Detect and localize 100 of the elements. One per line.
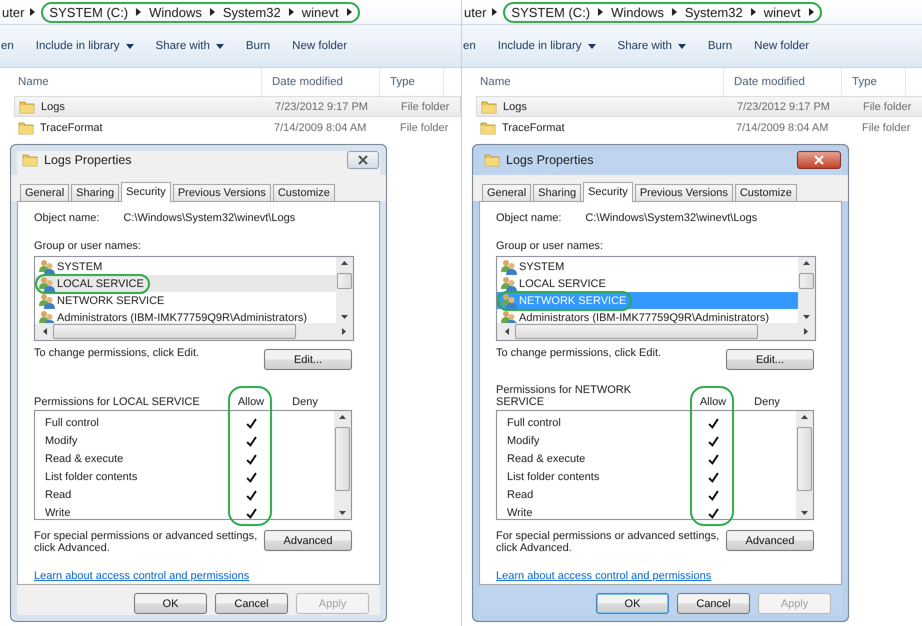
folder-icon	[480, 120, 496, 134]
scroll-up-icon[interactable]	[341, 261, 348, 265]
allow-header: Allow	[698, 396, 728, 408]
scrollbar-thumb[interactable]	[53, 324, 296, 339]
edit-button[interactable]: Edit...	[264, 349, 352, 370]
tab[interactable]: Security	[121, 182, 171, 202]
chevron-icon	[750, 8, 756, 16]
scroll-right-icon[interactable]	[804, 328, 808, 335]
user-list-item[interactable]: LOCAL SERVICE	[497, 275, 798, 292]
scroll-left-icon[interactable]	[505, 328, 509, 335]
dialog-button[interactable]: Cancel	[677, 593, 750, 614]
permission-name: Write	[506, 507, 534, 519]
permission-name: Read & execute	[506, 453, 586, 465]
folder-icon	[481, 100, 497, 114]
folder-icon	[19, 100, 35, 114]
close-icon	[358, 155, 368, 165]
breadcrumb-item[interactable]: winevt	[302, 4, 339, 20]
file-row[interactable]: Logs 7/23/2012 9:17 PM File folder	[476, 96, 922, 117]
tab[interactable]: Previous Versions	[634, 184, 733, 201]
permissions-label: Permissions for NETWORK SERVICE	[496, 384, 632, 408]
object-path: C:\Windows\System32\winevt\Logs	[123, 212, 296, 224]
breadcrumb-item[interactable]: winevt	[764, 4, 801, 20]
vertical-scrollbar[interactable]	[796, 411, 813, 519]
vertical-scrollbar[interactable]	[334, 411, 351, 519]
scroll-down-icon[interactable]	[803, 315, 810, 319]
scroll-up-icon[interactable]	[801, 415, 808, 419]
breadcrumb-item[interactable]: uter	[464, 4, 486, 20]
type-text: File folder	[400, 100, 450, 112]
scrollbar-thumb[interactable]	[797, 427, 812, 491]
dialog-button[interactable]: OK	[596, 593, 669, 614]
toolbar-button[interactable]: New folder	[754, 40, 810, 52]
file-name: Logs	[503, 100, 527, 112]
tab[interactable]: Customize	[734, 184, 797, 201]
close-button[interactable]	[347, 151, 379, 169]
tab[interactable]: General	[482, 184, 532, 201]
advanced-hint: For special permissions or advanced settings, click Advanced.	[496, 530, 720, 554]
file-row[interactable]: TraceFormat 7/14/2009 8:04 AM File folder	[14, 117, 461, 138]
users-icon	[501, 276, 517, 292]
allow-header: Allow	[236, 396, 266, 408]
scrollbar-thumb[interactable]	[337, 273, 352, 289]
scroll-right-icon[interactable]	[342, 328, 346, 335]
user-list-item[interactable]: SYSTEM	[35, 258, 336, 275]
vertical-scrollbar[interactable]	[336, 257, 353, 323]
breadcrumb-item[interactable]: Windows	[149, 4, 202, 20]
permissions-label: Permissions for LOCAL SERVICE	[34, 396, 201, 408]
toolbar-button[interactable]: en	[1, 40, 14, 52]
tab[interactable]: Sharing	[533, 184, 582, 201]
toolbar-button[interactable]: Burn	[246, 40, 270, 52]
object-name-label: Object name:	[34, 212, 100, 224]
advanced-button[interactable]: Advanced	[726, 530, 814, 551]
breadcrumb-item[interactable]: System32	[222, 4, 281, 20]
breadcrumb-item[interactable]: Windows	[611, 4, 664, 20]
permission-name: Full control	[44, 417, 100, 429]
scrollbar-thumb[interactable]	[799, 273, 814, 289]
breadcrumb-item[interactable]: System32	[684, 4, 743, 20]
breadcrumb-item[interactable]: SYSTEM (C:)	[49, 4, 128, 20]
toolbar-button[interactable]: Share with	[156, 40, 224, 52]
breadcrumb-item[interactable]: uter	[2, 4, 24, 20]
chevron-icon	[30, 8, 36, 16]
tab[interactable]: General	[20, 184, 70, 201]
user-list-item[interactable]: SYSTEM	[497, 258, 798, 275]
toolbar-button[interactable]: Share with	[618, 40, 686, 52]
scroll-down-icon[interactable]	[341, 315, 348, 319]
scroll-left-icon[interactable]	[43, 328, 47, 335]
horizontal-scrollbar[interactable]	[497, 323, 815, 340]
edit-button[interactable]: Edit...	[726, 349, 814, 370]
tab[interactable]: Previous Versions	[172, 184, 271, 201]
file-row[interactable]: Logs 7/23/2012 9:17 PM File folder	[14, 96, 461, 117]
file-name: TraceFormat	[40, 122, 103, 134]
chevron-icon	[808, 8, 814, 16]
help-link[interactable]: Learn about access control and permissions	[496, 570, 831, 582]
scroll-up-icon[interactable]	[339, 415, 346, 419]
scrollbar-thumb[interactable]	[515, 324, 758, 339]
user-list-item[interactable]: LOCAL SERVICE	[35, 275, 336, 292]
permission-name: Read	[506, 489, 534, 501]
file-row[interactable]: TraceFormat 7/14/2009 8:04 AM File folder	[476, 117, 922, 138]
scroll-down-icon[interactable]	[339, 511, 346, 515]
vertical-scrollbar[interactable]	[798, 257, 815, 323]
toolbar-button[interactable]: Include in library	[498, 40, 596, 52]
breadcrumb-item[interactable]: SYSTEM (C:)	[511, 4, 590, 20]
dialog-button[interactable]: Cancel	[215, 593, 288, 614]
toolbar-button[interactable]: Include in library	[36, 40, 134, 52]
dialog-button[interactable]: OK	[134, 593, 207, 614]
help-link[interactable]: Learn about access control and permissions	[34, 570, 369, 582]
toolbar-button[interactable]: en	[463, 40, 476, 52]
tab[interactable]: Customize	[272, 184, 335, 201]
scroll-up-icon[interactable]	[803, 261, 810, 265]
horizontal-scrollbar[interactable]	[35, 323, 353, 340]
toolbar-button[interactable]: New folder	[292, 40, 348, 52]
toolbar-button[interactable]: Burn	[708, 40, 732, 52]
close-button[interactable]	[797, 151, 841, 169]
advanced-button[interactable]: Advanced	[264, 530, 352, 551]
group-list-label: Group or user names:	[34, 240, 142, 252]
scroll-down-icon[interactable]	[801, 511, 808, 515]
user-list-item[interactable]: NETWORK SERVICE	[35, 292, 336, 309]
scrollbar-thumb[interactable]	[335, 427, 350, 491]
group-list-label: Group or user names:	[496, 240, 604, 252]
tab[interactable]: Sharing	[71, 184, 120, 201]
tab[interactable]: Security	[583, 182, 633, 202]
date-text: 7/23/2012 9:17 PM	[736, 100, 831, 112]
